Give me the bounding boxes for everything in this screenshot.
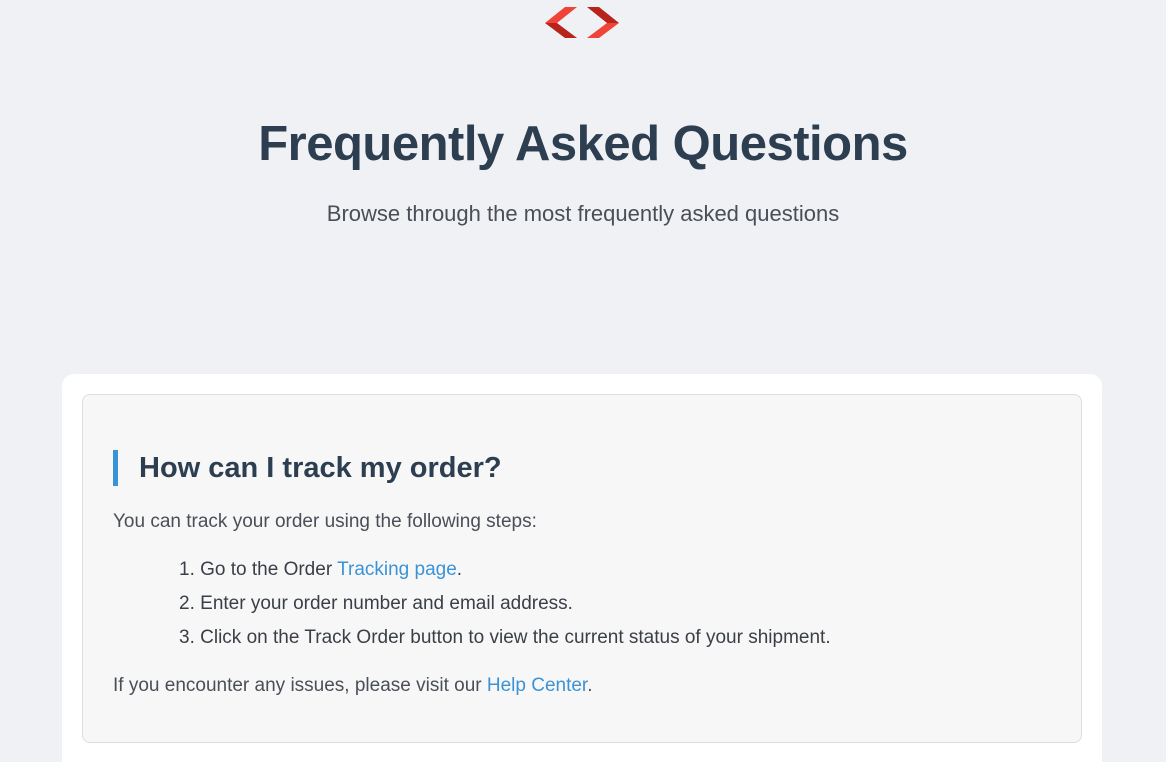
tracking-page-link[interactable]: Tracking page	[337, 559, 457, 580]
page-title: Frequently Asked Questions	[258, 117, 908, 171]
faq-item: How can I track my order? You can track …	[82, 394, 1082, 743]
step-text: Go to the Order	[200, 559, 333, 580]
list-item: 2. Enter your order number and email add…	[179, 591, 831, 625]
step-number: 1.	[179, 559, 195, 580]
step-number: 2.	[179, 593, 195, 614]
step-text: Enter your order number and email addres…	[200, 593, 573, 614]
faq-question: How can I track my order?	[113, 450, 502, 486]
step-punctuation: .	[456, 559, 463, 580]
list-item: 3. Click on the Track Order button to vi…	[179, 625, 831, 659]
faq-answer-outro: If you encounter any issues, please visi…	[113, 675, 593, 697]
outro-punctuation: .	[587, 675, 593, 696]
outro-text: If you encounter any issues, please visi…	[113, 675, 482, 696]
faq-card: How can I track my order? You can track …	[62, 374, 1102, 762]
code-brackets-logo-icon[interactable]	[543, 4, 621, 42]
list-item: 1. Go to the Order Tracking page.	[179, 557, 831, 591]
step-text: Click on the Track Order button to view …	[200, 627, 831, 648]
faq-page: Frequently Asked Questions Browse throug…	[0, 0, 1166, 762]
help-center-link[interactable]: Help Center	[487, 675, 587, 696]
faq-steps-list: 1. Go to the Order Tracking page. 2. Ent…	[179, 557, 831, 659]
step-number: 3.	[179, 627, 195, 648]
faq-answer-intro: You can track your order using the follo…	[113, 511, 537, 532]
page-subtitle: Browse through the most frequently asked…	[326, 201, 840, 226]
